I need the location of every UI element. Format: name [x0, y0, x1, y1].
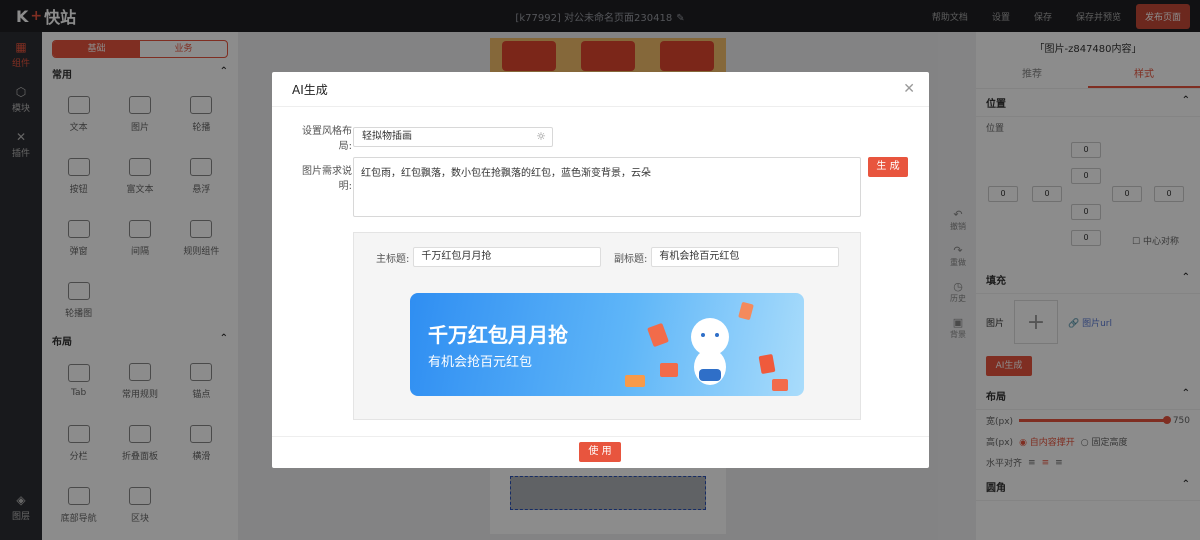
generate-button[interactable]: 生 成: [868, 157, 908, 177]
dialog-footer-divider: [272, 436, 929, 437]
main-title-label: 主标题:: [376, 253, 410, 265]
generated-banner: 千万红包月月抢 有机会抢百元红包: [410, 293, 804, 396]
ai-generate-dialog: AI生成 ✕ 设置风格布局: 轻拟物插画 ☼ 图片需求说明: 红包雨，红包飘落，…: [272, 72, 929, 468]
description-row: 图片需求说明: 红包雨，红包飘落，数小包在抢飘落的红包，蓝色渐变背景，云朵: [290, 157, 861, 217]
sun-icon: ☼: [536, 130, 546, 143]
description-label: 图片需求说明:: [302, 166, 352, 192]
close-icon[interactable]: ✕: [903, 81, 915, 97]
banner-illustration: [625, 302, 788, 391]
main-title-input[interactable]: 千万红包月月抢: [413, 247, 602, 267]
dialog-title: AI生成: [292, 82, 328, 97]
style-select[interactable]: 轻拟物插画 ☼: [353, 127, 553, 147]
style-label: 设置风格布局:: [302, 126, 352, 152]
use-button[interactable]: 使 用: [579, 442, 621, 462]
sub-title-input[interactable]: 有机会抢百元红包: [651, 247, 840, 267]
description-textarea[interactable]: 红包雨，红包飘落，数小包在抢飘落的红包，蓝色渐变背景，云朵: [353, 157, 861, 217]
main-title-row: 主标题: 千万红包月月抢: [376, 247, 602, 267]
preview-panel: 主标题: 千万红包月月抢 副标题: 有机会抢百元红包 千万红包月月抢 有机会抢百…: [353, 232, 861, 420]
sub-title-row: 副标题: 有机会抢百元红包: [614, 247, 840, 267]
style-row: 设置风格布局: 轻拟物插画 ☼: [290, 122, 553, 152]
dialog-header: AI生成 ✕: [272, 72, 929, 107]
style-select-value: 轻拟物插画: [362, 131, 412, 142]
sub-title-label: 副标题:: [614, 253, 648, 265]
